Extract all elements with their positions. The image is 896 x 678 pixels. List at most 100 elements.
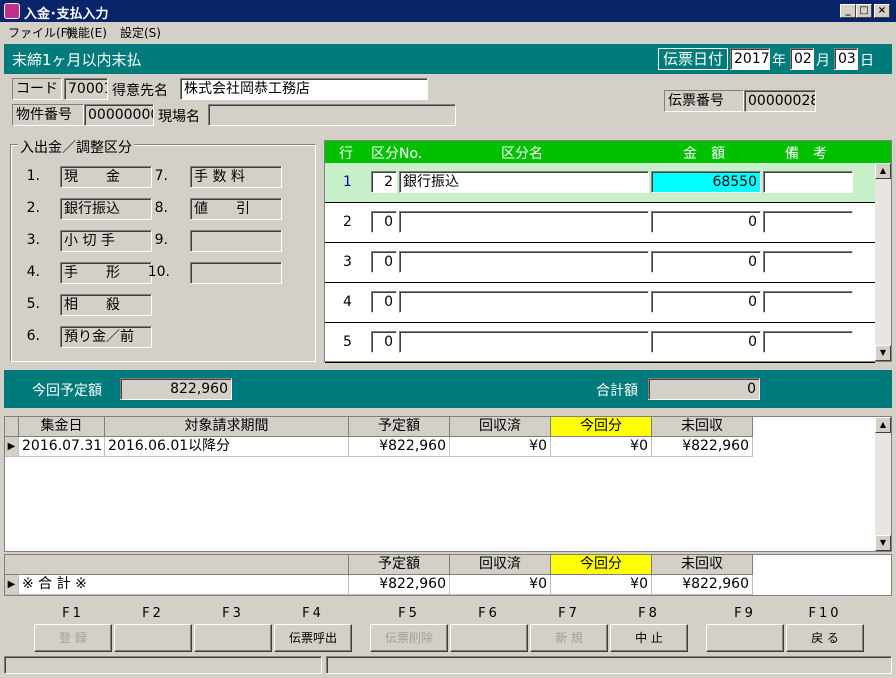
table-row[interactable]: 3 0 0: [325, 243, 875, 283]
payment-condition: 末締1ヶ月以内末払: [12, 51, 142, 69]
scroll-down-icon[interactable]: ▼: [875, 535, 891, 551]
summary-col-collected: 回収済: [450, 555, 551, 575]
category-code-input[interactable]: 2: [371, 171, 397, 193]
table-row[interactable]: 5 0 0: [325, 323, 875, 363]
summary-col-current: 今回分: [551, 555, 652, 575]
site-label: 現場名: [158, 109, 200, 125]
amount-input[interactable]: 0: [651, 251, 761, 273]
category-label: 手 数 料: [190, 166, 282, 188]
category-label: 現 金: [60, 166, 152, 188]
scheduled-label: 今回予定額: [32, 383, 102, 399]
f9-button[interactable]: [706, 624, 784, 652]
status-pane-left: [4, 656, 322, 674]
month-input[interactable]: 02: [790, 48, 814, 70]
menu-function[interactable]: 機能(E): [66, 24, 107, 41]
billing-cell: ¥0: [450, 437, 551, 457]
category-label: 預り金／前: [60, 326, 152, 348]
scheduled-amount: 822,960: [120, 378, 232, 400]
function-key-label: F9: [734, 606, 756, 621]
category-number: 10.: [147, 264, 170, 280]
category-number: 5.: [26, 296, 40, 312]
category-number: 8.: [154, 200, 168, 216]
row-pointer-icon: ▶: [5, 437, 19, 457]
row-number: 3: [343, 254, 352, 270]
slip-number-field: 00000028: [744, 90, 816, 112]
category-label: 銀行振込: [60, 198, 152, 220]
row-selector-header: [5, 417, 19, 437]
site-name-field[interactable]: [208, 104, 456, 126]
f1-button[interactable]: 登 録: [34, 624, 112, 652]
category-number: 1.: [26, 168, 40, 184]
category-number: 3.: [26, 232, 40, 248]
year-input[interactable]: 2017: [730, 48, 770, 70]
function-key-label: F7: [558, 606, 580, 621]
close-button[interactable]: ×: [874, 4, 890, 18]
note-input[interactable]: [763, 251, 853, 273]
billing-table: 集金日 対象請求期間 予定額 回収済 今回分 未回収 ▶ 2016.07.31 …: [4, 416, 892, 552]
minimize-button[interactable]: _: [840, 4, 856, 18]
f2-button[interactable]: [114, 624, 192, 652]
header-band: 末締1ヶ月以内末払 伝票日付 2017 年 02 月 03 日: [4, 44, 892, 74]
scroll-up-icon[interactable]: ▲: [875, 417, 891, 433]
summary-col-uncollected: 未回収: [652, 555, 753, 575]
function-key-label: F5: [398, 606, 420, 621]
category-name-input[interactable]: 銀行振込: [399, 171, 649, 193]
function-key-label: F8: [638, 606, 660, 621]
day-input[interactable]: 03: [834, 48, 858, 70]
summary-cell: ¥0: [551, 575, 652, 595]
amount-input[interactable]: 68550: [651, 171, 761, 193]
note-input[interactable]: [763, 291, 853, 313]
row-pointer-icon: ▶: [5, 575, 19, 595]
scroll-down-icon[interactable]: ▼: [875, 345, 891, 361]
billing-cell: ¥822,960: [652, 437, 753, 457]
title-bar: 入金･支払入力 _ □ ×: [0, 0, 896, 22]
table-row[interactable]: 2 0 0: [325, 203, 875, 243]
row-number: 5: [343, 334, 352, 350]
status-pane-right: [326, 656, 892, 674]
category-label: [190, 262, 282, 284]
property-number-field[interactable]: 00000000: [84, 104, 154, 126]
f7-button[interactable]: 新 規: [530, 624, 608, 652]
category-label: 値 引: [190, 198, 282, 220]
category-name-input[interactable]: [399, 211, 649, 233]
scroll-up-icon[interactable]: ▲: [875, 163, 891, 179]
customer-name-field[interactable]: 株式会社岡恭工務店: [180, 78, 428, 100]
note-input[interactable]: [763, 211, 853, 233]
note-input[interactable]: [763, 331, 853, 353]
amount-input[interactable]: 0: [651, 291, 761, 313]
f10-button[interactable]: 戻 る: [786, 624, 864, 652]
sum-amount: 0: [648, 378, 760, 400]
f4-button[interactable]: 伝票呼出: [274, 624, 352, 652]
amount-input[interactable]: 0: [651, 331, 761, 353]
category-name-input[interactable]: [399, 251, 649, 273]
menu-settings[interactable]: 設定(S): [120, 24, 161, 41]
category-label: 手 形: [60, 262, 152, 284]
customer-code-field[interactable]: 70001: [64, 78, 108, 100]
table-row[interactable]: 4 0 0: [325, 283, 875, 323]
col-row-header: 行: [339, 146, 353, 162]
amount-input[interactable]: 0: [651, 211, 761, 233]
summary-total-label: ※ 合 計 ※: [19, 575, 349, 595]
col-note-header: 備 考: [785, 146, 827, 162]
category-code-input[interactable]: 0: [371, 251, 397, 273]
function-key-label: F1: [62, 606, 84, 621]
entry-grid-scrollbar[interactable]: ▲ ▼: [875, 163, 891, 361]
f6-button[interactable]: [450, 624, 528, 652]
billing-col-collected: 回収済: [450, 417, 551, 437]
category-code-input[interactable]: 0: [371, 211, 397, 233]
category-number: 9.: [154, 232, 168, 248]
billing-scrollbar[interactable]: ▲ ▼: [875, 417, 891, 551]
category-code-input[interactable]: 0: [371, 291, 397, 313]
summary-cell: ¥822,960: [349, 575, 450, 595]
category-name-input[interactable]: [399, 291, 649, 313]
function-key-label: F4: [302, 606, 324, 621]
maximize-button[interactable]: □: [856, 4, 872, 18]
f5-button[interactable]: 伝票削除: [370, 624, 448, 652]
menu-file[interactable]: ファイル(F): [8, 24, 72, 41]
f3-button[interactable]: [194, 624, 272, 652]
note-input[interactable]: [763, 171, 853, 193]
category-code-input[interactable]: 0: [371, 331, 397, 353]
category-name-input[interactable]: [399, 331, 649, 353]
f8-button[interactable]: 中 止: [610, 624, 688, 652]
table-row[interactable]: 1 2 銀行振込 68550: [325, 163, 875, 203]
